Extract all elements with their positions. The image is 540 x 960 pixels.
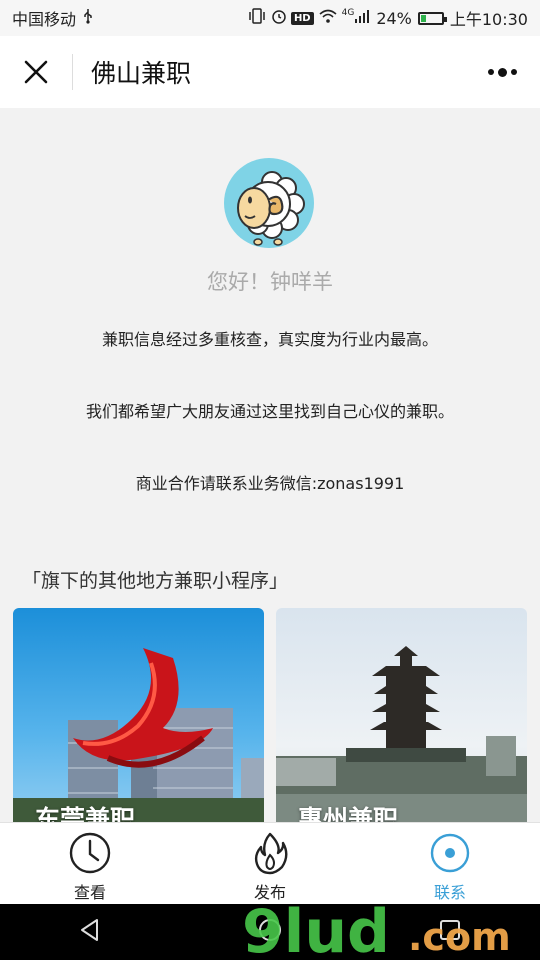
circle-home-icon xyxy=(259,919,281,941)
battery-percent: 24% xyxy=(376,8,412,28)
target-icon xyxy=(430,833,470,873)
alarm-icon xyxy=(271,8,287,28)
info-line-1: 兼职信息经过多重核查，真实度为行业内最高。 xyxy=(101,330,438,349)
bottom-tab-bar: 查看 发布 联系 xyxy=(0,822,540,904)
page-title: 佛山兼职 xyxy=(91,59,192,88)
recents-nav-button[interactable] xyxy=(437,917,463,947)
network-type-label: 4G xyxy=(341,8,355,18)
greeting-text: 您好！钟咩羊 xyxy=(207,270,333,294)
more-dot-icon xyxy=(487,69,494,75)
tab-publish-label: 发布 xyxy=(253,883,286,902)
dongguan-sculpture-image xyxy=(13,648,264,822)
hd-badge: HD xyxy=(290,11,314,25)
avatar[interactable] xyxy=(224,158,314,248)
square-recents-icon xyxy=(440,920,460,940)
status-right: HD 4G 24% 上午10:30 xyxy=(247,6,528,30)
nav-bar: 佛山兼职 xyxy=(0,36,540,108)
status-icons: HD 4G xyxy=(247,8,370,28)
system-nav-bar xyxy=(0,904,540,960)
status-bar: 中国移动 HD 4G 24% 上午10:30 xyxy=(0,0,540,36)
more-dot-icon xyxy=(497,67,507,77)
clock-icon xyxy=(69,832,111,874)
sheep-avatar-icon xyxy=(237,171,305,246)
wifi-icon xyxy=(318,8,338,28)
clock-time: 上午10:30 xyxy=(449,10,528,29)
carrier-label: 中国移动 xyxy=(12,10,77,29)
tab-view-label: 查看 xyxy=(73,883,106,902)
dongguan-card-label: 东莞兼职 xyxy=(35,805,136,822)
tab-publish[interactable]: 发布 xyxy=(180,823,360,904)
usb-icon xyxy=(82,8,94,28)
home-nav-button[interactable] xyxy=(257,917,283,947)
flame-icon xyxy=(254,832,288,875)
info-line-2: 我们都希望广大朋友通过这里找到自己心仪的兼职。 xyxy=(85,402,454,421)
more-options-button[interactable] xyxy=(482,58,522,86)
vibrate-icon xyxy=(247,8,267,28)
close-icon xyxy=(24,60,48,84)
business-contact-text: 商业合作请联系业务微信:zonas1991 xyxy=(135,474,405,493)
tab-view[interactable]: 查看 xyxy=(0,823,180,904)
close-button[interactable] xyxy=(0,36,72,108)
dongguan-card[interactable]: 东莞兼职 xyxy=(13,608,264,822)
more-dot-icon xyxy=(510,69,517,75)
status-left: 中国移动 xyxy=(12,6,94,30)
nav-divider xyxy=(72,54,73,90)
main-content: 您好！钟咩羊 兼职信息经过多重核查，真实度为行业内最高。 我们都希望广大朋友通过… xyxy=(0,108,540,822)
triangle-back-icon xyxy=(81,919,98,941)
signal-icon xyxy=(354,9,370,27)
battery-icon xyxy=(417,11,447,25)
tab-contact-label: 联系 xyxy=(433,883,466,902)
tab-contact[interactable]: 联系 xyxy=(360,823,540,904)
huizhou-pagoda-image xyxy=(276,646,527,822)
section-title: 「旗下的其他地方兼职小程序」 xyxy=(22,570,289,592)
huizhou-card[interactable]: 惠州兼职 xyxy=(276,608,527,822)
battery-fill xyxy=(420,14,427,22)
huizhou-card-label: 惠州兼职 xyxy=(298,805,399,822)
back-nav-button[interactable] xyxy=(77,917,103,947)
